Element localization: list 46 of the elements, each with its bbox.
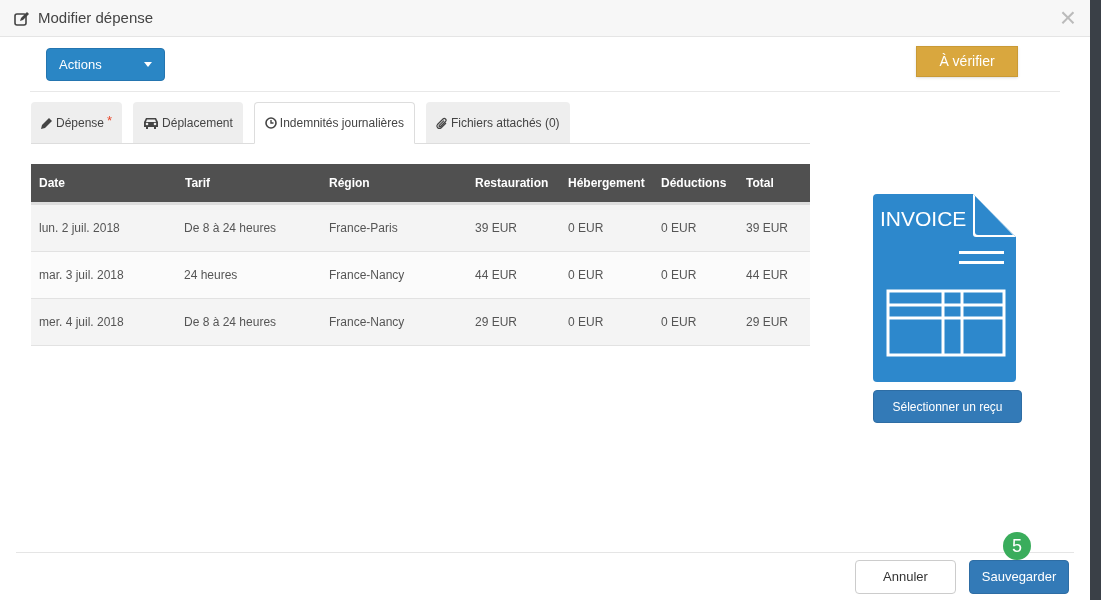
table-cell-text: 39 EUR (745, 220, 790, 237)
table-cell-text: 44 EUR (745, 267, 790, 284)
table-cell-text: 44 EUR (474, 267, 519, 284)
column-header: Région (328, 175, 371, 192)
car-icon (143, 116, 160, 129)
table-cell-text: 29 EUR (474, 314, 519, 331)
column-header: Date (38, 175, 66, 192)
table-cell-text: 0 EUR (660, 314, 698, 331)
table-cell-text: 0 EUR (660, 220, 698, 237)
column-header: Déductions (660, 175, 728, 192)
table-cell-text: De 8 à 24 heures (183, 314, 278, 331)
save-button[interactable]: Sauvegarder (969, 559, 1069, 594)
table-cell-text: 29 EUR (745, 314, 790, 331)
clock-icon (264, 117, 277, 129)
table-cell-text: 0 EUR (567, 220, 605, 237)
column-header: Total (745, 175, 775, 192)
tab[interactable]: Déplacement (133, 102, 243, 143)
cancel-button[interactable]: Annuler (855, 559, 956, 594)
table-cell-text: 39 EUR (474, 220, 519, 237)
paperclip-icon (435, 116, 448, 129)
required-asterisk: * (107, 112, 113, 130)
table-cell-text: lun. 2 juil. 2018 (38, 220, 121, 237)
column-header: Tarif (184, 175, 212, 192)
window-title: Modifier dépense (38, 7, 154, 28)
actions-dropdown[interactable]: Actions (46, 48, 165, 81)
table-cell-text: mar. 3 juil. 2018 (38, 267, 125, 284)
tab[interactable]: Fichiers attachés (0) (425, 102, 570, 143)
table-cell-text: France-Paris (328, 220, 399, 237)
pencil-icon (41, 116, 53, 129)
tab[interactable]: Indemnités journalières (253, 102, 415, 144)
caret-icon (144, 62, 152, 67)
column-header: Hébergement (567, 175, 646, 192)
table-cell-text: 0 EUR (567, 267, 605, 284)
select-receipt-button[interactable]: Sélectionner un reçu (873, 390, 1022, 423)
table-cell-text: 24 heures (183, 267, 239, 284)
edit-icon (14, 10, 30, 26)
step-badge: 5 (1003, 532, 1031, 560)
invoice-title: INVOICE (880, 208, 967, 229)
table-cell-text: France-Nancy (328, 267, 406, 284)
tab[interactable]: Dépense * (31, 102, 123, 143)
table-cell-text: 0 EUR (660, 267, 698, 284)
table-cell-text: mer. 4 juil. 2018 (38, 314, 125, 331)
column-header: Restauration (474, 175, 550, 192)
table-cell-text: France-Nancy (328, 314, 406, 331)
table-cell-text: De 8 à 24 heures (183, 220, 278, 237)
table-cell-text: 0 EUR (567, 314, 605, 331)
